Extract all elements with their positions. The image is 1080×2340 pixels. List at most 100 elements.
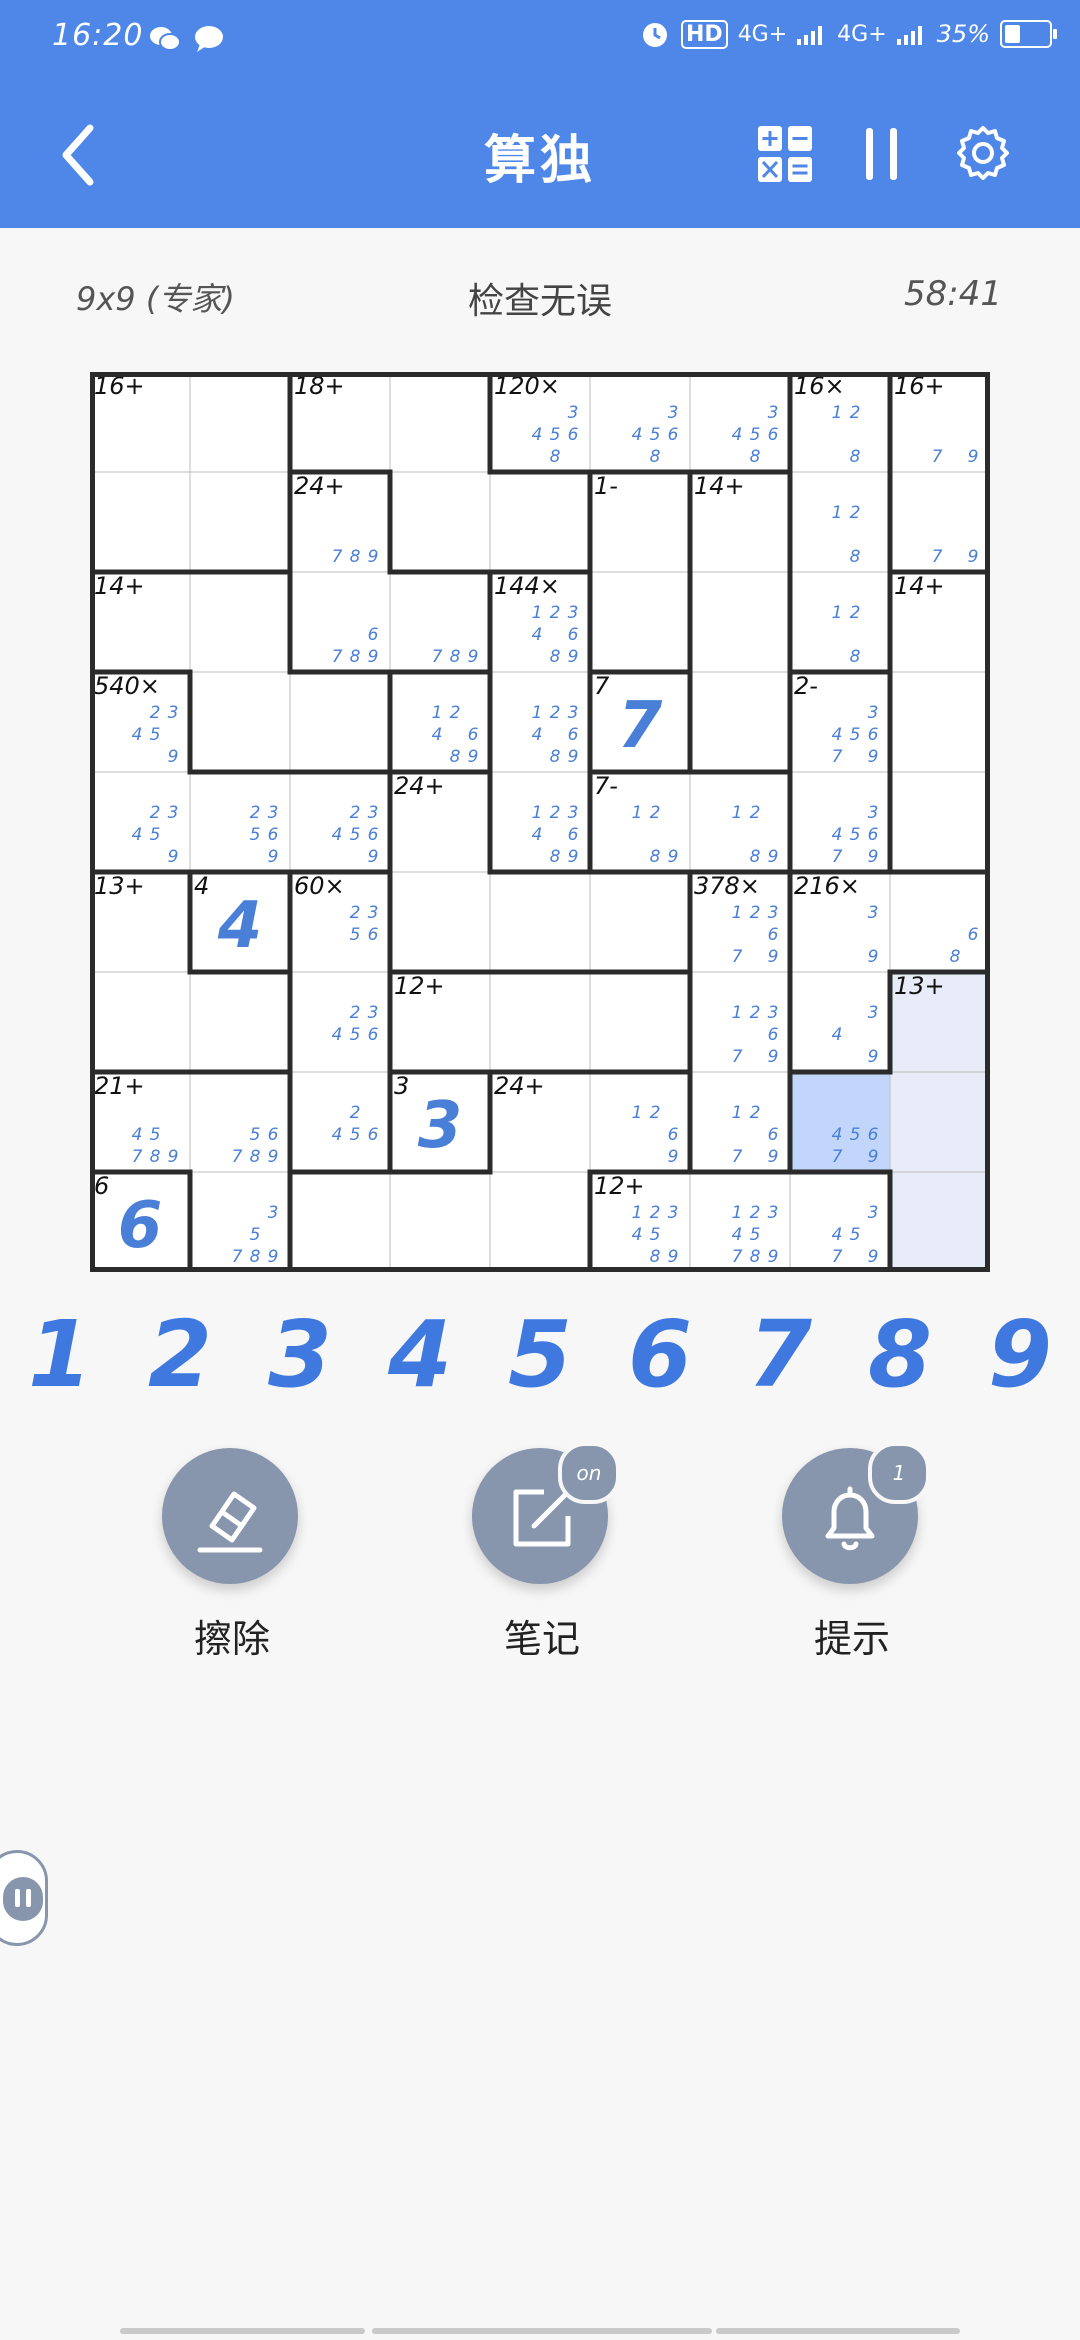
board-cell[interactable] bbox=[890, 1172, 990, 1272]
board-cell[interactable] bbox=[690, 572, 790, 672]
number-key-1[interactable]: 1 bbox=[20, 1300, 100, 1410]
board-cell[interactable] bbox=[90, 972, 190, 1072]
board-cell[interactable]: 66 bbox=[90, 1172, 190, 1272]
board-cell[interactable]: 77 bbox=[590, 672, 690, 772]
board-cell[interactable]: 123 45789 bbox=[690, 1172, 790, 1272]
notes-action[interactable]: on 笔记 bbox=[472, 1442, 620, 1663]
number-key-2[interactable]: 2 bbox=[140, 1300, 220, 1410]
hint-button[interactable]: 1 bbox=[782, 1442, 930, 1584]
board-cell[interactable]: 120× 3 4 5 6 8 bbox=[490, 372, 590, 472]
board-cell[interactable]: 216× 3 9 bbox=[790, 872, 890, 972]
board-cell[interactable]: 21+ 4 5 7 8 9 bbox=[90, 1072, 190, 1172]
board-cell[interactable]: 60× 2 3 5 6 bbox=[290, 872, 390, 972]
nav-gesture-bar[interactable] bbox=[716, 2328, 960, 2334]
board-cell[interactable] bbox=[190, 972, 290, 1072]
gear-icon[interactable] bbox=[954, 124, 1012, 182]
number-key-5[interactable]: 5 bbox=[500, 1300, 580, 1410]
board-cell[interactable]: 14+ bbox=[890, 572, 990, 672]
calculator-grid-icon[interactable] bbox=[758, 126, 812, 182]
board-cell[interactable] bbox=[590, 972, 690, 1072]
board-cell[interactable]: 12+ bbox=[390, 972, 490, 1072]
board-cell[interactable]: 12+ 1 2 3 4 5 8 9 bbox=[590, 1172, 690, 1272]
number-key-6[interactable]: 6 bbox=[620, 1300, 700, 1410]
number-key-4[interactable]: 4 bbox=[380, 1300, 460, 1410]
board-cell[interactable]: 124 689 bbox=[390, 672, 490, 772]
board-cell[interactable]: 144× 1 2 3 4 6 8 9 bbox=[490, 572, 590, 672]
number-key-7[interactable]: 7 bbox=[740, 1300, 820, 1410]
board-cell[interactable]: 16+ 7 9 bbox=[890, 372, 990, 472]
board-cell[interactable]: 1- bbox=[590, 472, 690, 572]
board-cell[interactable] bbox=[690, 672, 790, 772]
board-cell[interactable]: 2456 bbox=[290, 1072, 390, 1172]
nav-gesture-bar[interactable] bbox=[120, 2328, 365, 2334]
board-cell[interactable]: 14+ bbox=[90, 572, 190, 672]
board-cell[interactable]: 789 bbox=[390, 572, 490, 672]
board-cell[interactable]: 24+ bbox=[490, 1072, 590, 1172]
board-cell[interactable]: 1236 7 9 bbox=[690, 972, 790, 1072]
board-cell[interactable]: 3 456 7 9 bbox=[790, 772, 890, 872]
board-cell[interactable] bbox=[590, 872, 690, 972]
board-cell[interactable]: 18+ bbox=[290, 372, 390, 472]
board-cell[interactable]: 35789 bbox=[190, 1172, 290, 1272]
board-cell[interactable] bbox=[190, 572, 290, 672]
erase-button[interactable] bbox=[162, 1448, 298, 1584]
board-cell[interactable] bbox=[490, 472, 590, 572]
board-cell[interactable] bbox=[490, 972, 590, 1072]
pause-button[interactable] bbox=[862, 128, 902, 184]
board-cell[interactable]: 14+ bbox=[690, 472, 790, 572]
board-cell[interactable]: 23 456 bbox=[290, 972, 390, 1072]
board-cell[interactable]: 6 789 bbox=[290, 572, 390, 672]
board-cell[interactable]: 23569 bbox=[190, 772, 290, 872]
board-cell[interactable] bbox=[390, 1172, 490, 1272]
board-cell[interactable]: 3 4 9 bbox=[790, 972, 890, 1072]
board-cell[interactable]: 12 8 bbox=[790, 572, 890, 672]
nav-gesture-bar[interactable] bbox=[372, 2328, 712, 2334]
board-cell[interactable]: 13+ bbox=[90, 872, 190, 972]
board-cell[interactable] bbox=[890, 672, 990, 772]
number-key-9[interactable]: 9 bbox=[980, 1300, 1060, 1410]
board-cell[interactable]: 16× 1 2 8 bbox=[790, 372, 890, 472]
number-key-8[interactable]: 8 bbox=[860, 1300, 940, 1410]
board-cell[interactable]: 540× 2 3 4 5 9 bbox=[90, 672, 190, 772]
board-cell[interactable]: 378× 1 2 3 6 7 9 bbox=[690, 872, 790, 972]
board-cell[interactable]: 13+ bbox=[890, 972, 990, 1072]
board-cell[interactable]: 12 89 bbox=[690, 772, 790, 872]
board-cell[interactable]: 24+ 7 8 9 bbox=[290, 472, 390, 572]
board-cell[interactable]: 3 457 9 bbox=[790, 1172, 890, 1272]
board-cell[interactable]: 12 8 bbox=[790, 472, 890, 572]
board-cell[interactable]: 3 4568 bbox=[590, 372, 690, 472]
board-cell[interactable] bbox=[290, 672, 390, 772]
board-cell[interactable]: 79 bbox=[890, 472, 990, 572]
notes-button[interactable]: on bbox=[472, 1442, 620, 1584]
number-key-3[interactable]: 3 bbox=[260, 1300, 340, 1410]
board-cell[interactable]: 2- 3 4 5 6 7 9 bbox=[790, 672, 890, 772]
board-cell[interactable]: 3 4568 bbox=[690, 372, 790, 472]
board-cell[interactable]: 68 bbox=[890, 872, 990, 972]
board-cell[interactable] bbox=[90, 472, 190, 572]
board-cell[interactable] bbox=[490, 872, 590, 972]
floating-assistant-ball[interactable] bbox=[0, 1850, 48, 1946]
board-cell[interactable] bbox=[390, 372, 490, 472]
board-cell[interactable] bbox=[190, 472, 290, 572]
board-cell[interactable] bbox=[890, 1072, 990, 1172]
board-cell[interactable] bbox=[290, 1172, 390, 1272]
board-cell[interactable]: 44 bbox=[190, 872, 290, 972]
board-cell[interactable]: 16+ bbox=[90, 372, 190, 472]
board-cell[interactable] bbox=[890, 772, 990, 872]
board-cell[interactable]: 56 789 bbox=[190, 1072, 290, 1172]
board-cell[interactable]: 23 459 bbox=[90, 772, 190, 872]
board-cell[interactable] bbox=[490, 1172, 590, 1272]
board-cell[interactable] bbox=[190, 672, 290, 772]
board-cell[interactable]: 23 4569 bbox=[290, 772, 390, 872]
board-cell[interactable] bbox=[390, 472, 490, 572]
board-cell[interactable]: 123 4 689 bbox=[490, 772, 590, 872]
erase-action[interactable]: 擦除 bbox=[162, 1448, 302, 1663]
hint-action[interactable]: 1 提示 bbox=[782, 1442, 930, 1663]
board-cell[interactable] bbox=[590, 572, 690, 672]
board-cell[interactable]: 7- 1 2 8 9 bbox=[590, 772, 690, 872]
board-cell[interactable] bbox=[390, 872, 490, 972]
board-cell[interactable]: 126 7 9 bbox=[690, 1072, 790, 1172]
board-cell[interactable]: 1269 bbox=[590, 1072, 690, 1172]
board-cell[interactable]: 456 7 9 bbox=[790, 1072, 890, 1172]
board-cell[interactable]: 123 4 689 bbox=[490, 672, 590, 772]
